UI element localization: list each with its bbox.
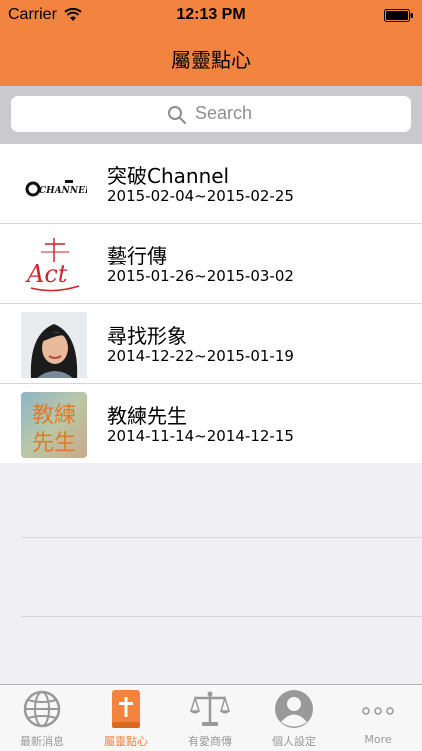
tab-news[interactable]: 最新消息 bbox=[0, 685, 84, 751]
tab-label: 有愛商傳 bbox=[188, 735, 232, 748]
tab-label: 個人設定 bbox=[272, 735, 316, 748]
channel-logo-text: CHANNEL bbox=[39, 186, 87, 196]
list-item[interactable]: 尋找形象 2014-12-22~2015-01-19 bbox=[0, 304, 422, 384]
empty-table-area bbox=[0, 459, 422, 684]
tab-personal-settings[interactable]: 個人設定 bbox=[252, 685, 336, 751]
svg-text:教練: 教練 bbox=[32, 403, 76, 428]
item-list: CHANNEL 突破Channel 2015-02-04~2015-02-25 … bbox=[0, 144, 422, 463]
battery-icon bbox=[384, 9, 413, 22]
divider bbox=[21, 616, 422, 617]
search-bar-container: Search bbox=[0, 86, 422, 144]
list-item[interactable]: 教練 先生 教練先生 2014-11-14~2014-12-15 bbox=[0, 384, 422, 463]
item-title: 尋找形象 bbox=[107, 324, 187, 348]
tab-label: More bbox=[364, 733, 392, 746]
list-item[interactable]: Act 藝行傳 2015-01-26~2015-03-02 bbox=[0, 224, 422, 304]
item-title: 突破Channel bbox=[107, 164, 230, 188]
item-date: 2015-02-04~2015-02-25 bbox=[107, 187, 294, 205]
channel-logo: CHANNEL bbox=[21, 152, 87, 218]
globe-icon bbox=[23, 690, 61, 728]
coach-image: 教練 先生 bbox=[21, 392, 87, 458]
item-date: 2015-01-26~2015-03-02 bbox=[107, 267, 294, 285]
tab-spiritual-snack[interactable]: 屬靈點心 bbox=[84, 685, 168, 751]
item-title: 教練先生 bbox=[107, 404, 187, 428]
list-item[interactable]: CHANNEL 突破Channel 2015-02-04~2015-02-25 bbox=[0, 144, 422, 224]
bible-icon bbox=[112, 690, 140, 728]
svg-text:先生: 先生 bbox=[32, 431, 76, 456]
item-date: 2014-11-14~2014-12-15 bbox=[107, 427, 294, 445]
page-title: 屬靈點心 bbox=[171, 48, 251, 72]
scales-icon bbox=[190, 691, 230, 726]
search-input[interactable]: Search bbox=[11, 96, 411, 132]
search-placeholder: Search bbox=[195, 103, 253, 123]
tab-bar: 最新消息 屬靈點心 有愛商傳 個人設定 More bbox=[0, 684, 422, 751]
person-icon bbox=[275, 690, 313, 728]
tab-love-business[interactable]: 有愛商傳 bbox=[168, 685, 252, 751]
search-icon bbox=[168, 106, 186, 124]
act-logo: Act bbox=[21, 232, 87, 298]
more-icon bbox=[362, 707, 394, 715]
item-title: 藝行傳 bbox=[107, 244, 167, 268]
divider bbox=[21, 537, 422, 538]
item-date: 2014-12-22~2015-01-19 bbox=[107, 347, 294, 365]
status-bar: Carrier 12:13 PM bbox=[0, 0, 422, 30]
nav-header: Carrier 12:13 PM 屬靈點心 bbox=[0, 0, 422, 86]
clock: 12:13 PM bbox=[176, 6, 246, 23]
tab-label: 最新消息 bbox=[20, 735, 64, 748]
portrait-photo bbox=[21, 312, 87, 378]
tab-label: 屬靈點心 bbox=[104, 735, 148, 748]
tab-more[interactable]: More bbox=[336, 685, 420, 751]
act-logo-text: Act bbox=[25, 260, 68, 288]
